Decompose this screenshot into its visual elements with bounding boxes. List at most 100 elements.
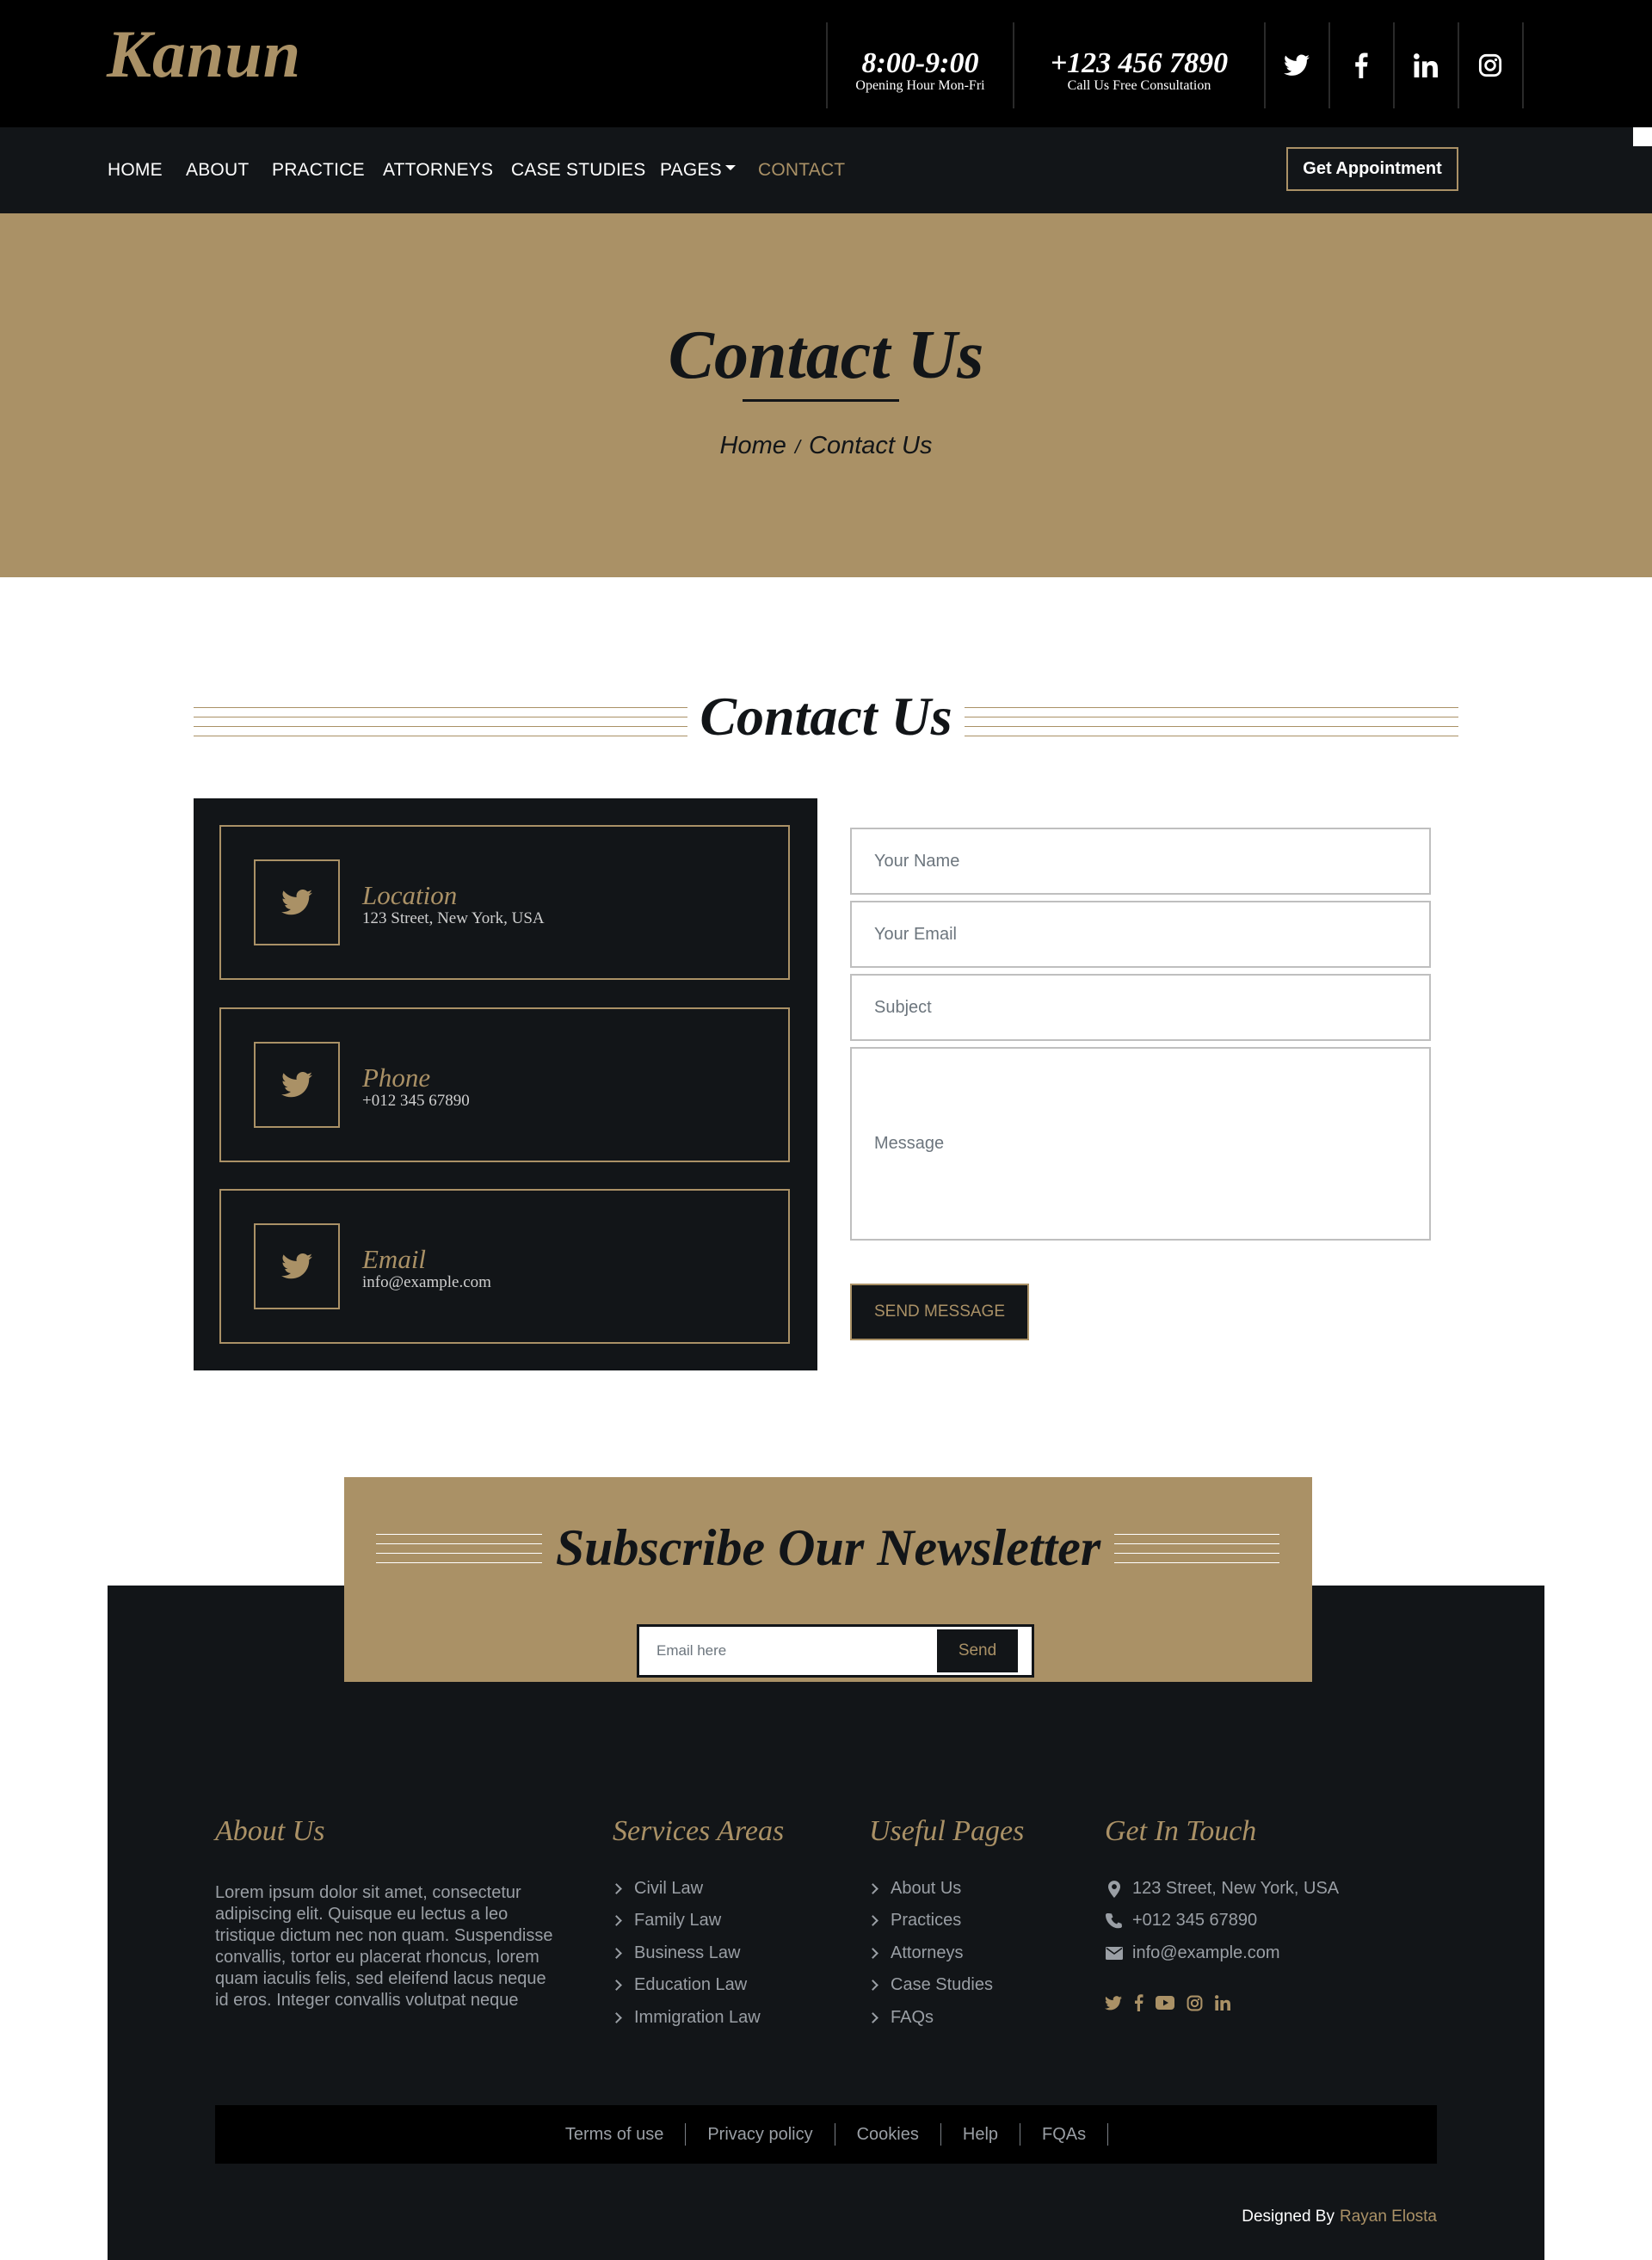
site-logo[interactable]: Kanun <box>107 15 301 93</box>
newsletter-send-button[interactable]: Send <box>937 1629 1018 1672</box>
faqs-link[interactable]: FQAs <box>1020 2123 1109 2146</box>
footer-link-label: Civil Law <box>634 1879 704 1898</box>
twitter-icon[interactable] <box>1264 22 1328 108</box>
email-title: Email <box>362 1244 427 1274</box>
footer-about-text: Lorem ipsum dolor sit amet, consectetur … <box>215 1883 553 2010</box>
send-message-button[interactable]: SEND MESSAGE <box>850 1284 1029 1340</box>
footer-link-case-studies[interactable]: Case Studies <box>867 1975 993 1995</box>
chevron-right-icon <box>867 2012 878 2023</box>
footer-link-attorneys[interactable]: Attorneys <box>867 1943 963 1963</box>
page-header: Contact Us Home / Contact Us <box>0 213 1652 577</box>
nav-case-studies[interactable]: CASE STUDIES <box>511 160 645 181</box>
email-card: Email info@example.com <box>219 1189 790 1344</box>
footer-email: info@example.com <box>1105 1943 1279 1963</box>
newsletter-title-wrap: Subscribe Our Newsletter <box>344 1518 1312 1578</box>
nav-pages-dropdown[interactable]: PAGES <box>660 160 736 181</box>
chevron-right-icon <box>611 1948 622 1959</box>
nav-practice[interactable]: PRACTICE <box>272 160 365 181</box>
footer-phone: +012 345 67890 <box>1105 1911 1257 1931</box>
chevron-right-icon <box>867 1915 878 1926</box>
footer-link-immigration-law[interactable]: Immigration Law <box>611 2008 761 2028</box>
name-input[interactable]: Your Name <box>850 828 1431 895</box>
footer-link-education-law[interactable]: Education Law <box>611 1975 748 1995</box>
chevron-right-icon <box>867 1948 878 1959</box>
terms-link[interactable]: Terms of use <box>544 2123 687 2146</box>
footer-credit: Designed By Rayan Elosta <box>1242 2208 1437 2226</box>
facebook-icon[interactable] <box>1134 1994 1143 2011</box>
footer-link-label: Practices <box>891 1911 962 1930</box>
nav-home[interactable]: HOME <box>108 160 163 181</box>
map-marker-icon <box>1105 1880 1124 1898</box>
subject-input[interactable]: Subject <box>850 974 1431 1041</box>
top-phone-number[interactable]: +123 456 7890 <box>1014 48 1264 79</box>
footer-link-family-law[interactable]: Family Law <box>611 1911 722 1931</box>
nav-pages-label: PAGES <box>660 160 722 180</box>
linkedin-icon[interactable] <box>1215 1995 1230 2011</box>
footer-link-label: Case Studies <box>891 1975 993 1994</box>
youtube-icon[interactable] <box>1156 1996 1174 2010</box>
footer-link-civil-law[interactable]: Civil Law <box>611 1879 704 1899</box>
footer-link-label: Business Law <box>634 1943 741 1962</box>
footer-link-label: Family Law <box>634 1911 722 1930</box>
twitter-icon[interactable] <box>1105 1995 1122 2011</box>
footer-phone-text[interactable]: +012 345 67890 <box>1132 1911 1257 1931</box>
footer-touch-title: Get In Touch <box>1105 1815 1257 1847</box>
footer-link-about-us[interactable]: About Us <box>867 1879 962 1899</box>
instagram-icon[interactable] <box>1187 1995 1203 2011</box>
footer-link-label: Education Law <box>634 1975 748 1994</box>
chevron-down-icon <box>724 165 736 171</box>
credit-label: Designed By <box>1242 2208 1335 2226</box>
newsletter-title: Subscribe Our Newsletter <box>541 1519 1115 1576</box>
location-card: Location 123 Street, New York, USA <box>219 825 790 980</box>
email-input[interactable]: Your Email <box>850 901 1431 968</box>
footer-link-label: Immigration Law <box>634 2008 761 2027</box>
nav-contact[interactable]: CONTACT <box>758 160 845 181</box>
help-link[interactable]: Help <box>941 2123 1021 2146</box>
footer-pages-title: Useful Pages <box>869 1815 1025 1847</box>
newsletter-email-input[interactable]: Email here <box>656 1642 726 1660</box>
privacy-link[interactable]: Privacy policy <box>686 2123 835 2146</box>
newsletter-form: Email here Send <box>637 1624 1034 1678</box>
opening-hours-time: 8:00-9:00 <box>861 47 979 79</box>
opening-hours: 8:00-9:00 Opening Hour Mon-Fri <box>828 48 1013 93</box>
title-underline <box>743 399 899 402</box>
contact-section-title: Contact Us <box>687 686 965 747</box>
cookies-link[interactable]: Cookies <box>835 2123 941 2146</box>
linkedin-icon[interactable] <box>1393 22 1458 108</box>
footer-link-business-law[interactable]: Business Law <box>611 1943 741 1963</box>
facebook-icon[interactable] <box>1328 22 1393 108</box>
footer-link-practices[interactable]: Practices <box>867 1911 962 1931</box>
breadcrumb-current: Contact Us <box>809 432 933 459</box>
footer-email-text[interactable]: info@example.com <box>1132 1943 1279 1963</box>
twitter-icon <box>254 859 340 945</box>
breadcrumb: Home / Contact Us <box>0 432 1652 460</box>
phone-icon <box>1105 1912 1124 1930</box>
nav-attorneys[interactable]: ATTORNEYS <box>383 160 493 181</box>
phone-value: +012 345 67890 <box>362 1092 470 1110</box>
message-textarea[interactable]: Message <box>850 1047 1431 1241</box>
page-title: Contact Us <box>668 317 984 393</box>
contact-section-title-wrap: Contact Us <box>194 685 1458 748</box>
footer-address: 123 Street, New York, USA <box>1105 1879 1339 1899</box>
chevron-right-icon <box>611 1980 622 1991</box>
phone-title: Phone <box>362 1062 431 1093</box>
breadcrumb-home[interactable]: Home <box>720 432 786 459</box>
envelope-icon <box>1105 1947 1124 1960</box>
breadcrumb-separator: / <box>794 436 801 458</box>
contact-section-header: Contact Us <box>194 686 1458 747</box>
footer-link-label: FAQs <box>891 2008 934 2027</box>
navbar-edge <box>1633 146 1652 213</box>
contact-info-panel: Location 123 Street, New York, USA Phone… <box>194 798 817 1370</box>
nav-about[interactable]: ABOUT <box>186 160 249 181</box>
footer-bottom-menu: Terms of use Privacy policy Cookies Help… <box>215 2105 1437 2164</box>
footer-link-faqs[interactable]: FAQs <box>867 2008 934 2028</box>
top-bar: Kanun 8:00-9:00 Opening Hour Mon-Fri +12… <box>0 0 1652 127</box>
get-appointment-button[interactable]: Get Appointment <box>1286 147 1458 191</box>
chevron-right-icon <box>867 1980 878 1991</box>
footer-link-label: About Us <box>891 1879 962 1898</box>
location-value: 123 Street, New York, USA <box>362 909 545 927</box>
instagram-icon[interactable] <box>1458 22 1522 108</box>
divider <box>1522 22 1524 108</box>
opening-hours-label: Opening Hour Mon-Fri <box>855 78 985 93</box>
credit-author-link[interactable]: Rayan Elosta <box>1340 2208 1437 2226</box>
